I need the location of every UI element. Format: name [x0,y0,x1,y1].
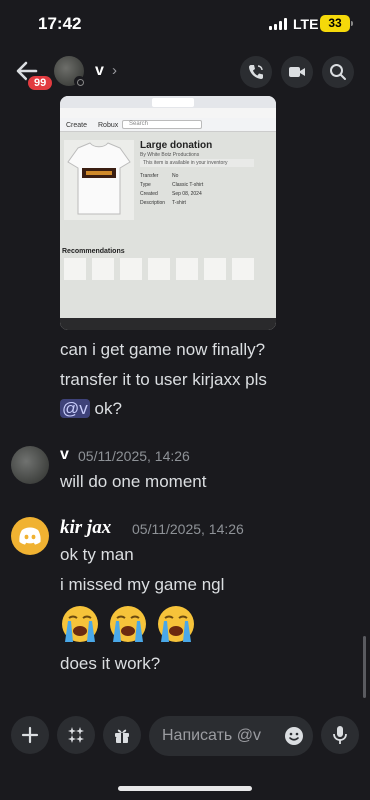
item-title: Large donation [140,140,213,151]
apps-button[interactable] [57,716,95,754]
recommendation-thumb [64,258,86,280]
recommendation-thumb [204,258,226,280]
user-mention[interactable]: @v [60,399,90,418]
message-composer: Написать @v [0,716,370,760]
browser-address-bar [60,108,276,118]
message-timestamp: 05/11/2025, 14:26 [132,521,244,537]
browser-active-tab [152,98,194,107]
battery-tip [351,21,353,26]
owned-note: This item is available in your inventory [143,160,228,166]
microphone-icon [333,726,347,744]
loudly-crying-face-icon [110,606,146,642]
recommendation-thumb [176,258,198,280]
network-label: LTE [293,16,319,32]
channel-header: 99 v › [0,52,370,92]
item-creator: By White Botz Productions [140,152,200,158]
channel-name[interactable]: v [95,62,104,80]
emoji-picker-icon[interactable] [284,726,304,746]
add-attachment-button[interactable] [11,716,49,754]
recommendation-row [64,258,272,298]
message-text: i missed my game ngl [60,575,225,594]
detail-row: Description T-shirt [140,200,186,206]
status-time: 17:42 [38,14,82,33]
recommendation-thumb [232,258,254,280]
message-text: does it work? [60,654,161,673]
message-text: @v ok? [60,399,122,419]
message-text: will do one moment [60,472,207,491]
site-search-placeholder: Search [129,121,149,127]
nav-tab-create: Create [66,122,88,129]
chevron-right-icon[interactable]: › [112,62,117,79]
discord-logo-icon [19,527,41,545]
recommendation-thumb [120,258,142,280]
avatar-v[interactable] [11,446,49,484]
battery-indicator: 33 [320,15,350,32]
message-input[interactable]: Написать @v [149,716,313,756]
message-text: can i get game now finally? [60,340,266,359]
message-timestamp: 05/11/2025, 14:26 [78,448,190,464]
author-name[interactable]: v [60,446,69,464]
loudly-crying-face-icon [158,606,194,642]
detail-row: Created Sep 08, 2024 [140,191,202,197]
gift-icon [115,729,129,743]
detail-row: Type Classic T-shirt [140,182,204,188]
status-bar: 17:42 LTE 33 [0,0,370,48]
offline-status-icon [74,76,85,87]
recommendations-heading: Recommendations [62,248,125,255]
plus-icon [21,726,39,744]
detail-row: Transfer No [140,173,179,179]
site-navbar: Create Robux Search [60,118,276,132]
video-call-button[interactable] [281,56,313,88]
nav-tab-robux: Robux [98,122,119,129]
voice-call-button[interactable] [240,56,272,88]
site-search-input: Search [122,120,202,129]
owned-note-box: This item is available in your inventory [140,159,254,167]
sparkles-icon [68,727,84,743]
tshirt-image [67,142,131,215]
scrollbar[interactable] [363,636,366,698]
phone-icon [249,65,263,79]
recommendation-thumb [148,258,170,280]
signal-icon [269,18,287,30]
item-details: Transfer No Type Classic T-shirt Created… [140,172,250,208]
mention-tail: ok? [89,399,122,418]
message-input-placeholder: Написать @v [162,727,261,744]
search-icon [330,64,346,80]
item-thumbnail [64,140,134,220]
recommendation-thumb [92,258,114,280]
author-name[interactable]: kir jax [60,517,111,539]
loudly-crying-face-icon [62,606,98,642]
voice-message-button[interactable] [321,716,359,754]
message-text: transfer it to user kirjaxx pls [60,370,267,389]
avatar-kir-jax[interactable] [11,517,49,555]
message-text: ok ty man [60,545,134,564]
gift-button[interactable] [103,716,141,754]
image-attachment[interactable]: Create Robux Search Large donation By Wh… [60,96,276,330]
video-camera-icon [289,67,305,77]
taskbar [60,318,276,330]
unread-badge: 99 [26,74,55,92]
search-button[interactable] [322,56,354,88]
home-indicator [118,786,252,791]
